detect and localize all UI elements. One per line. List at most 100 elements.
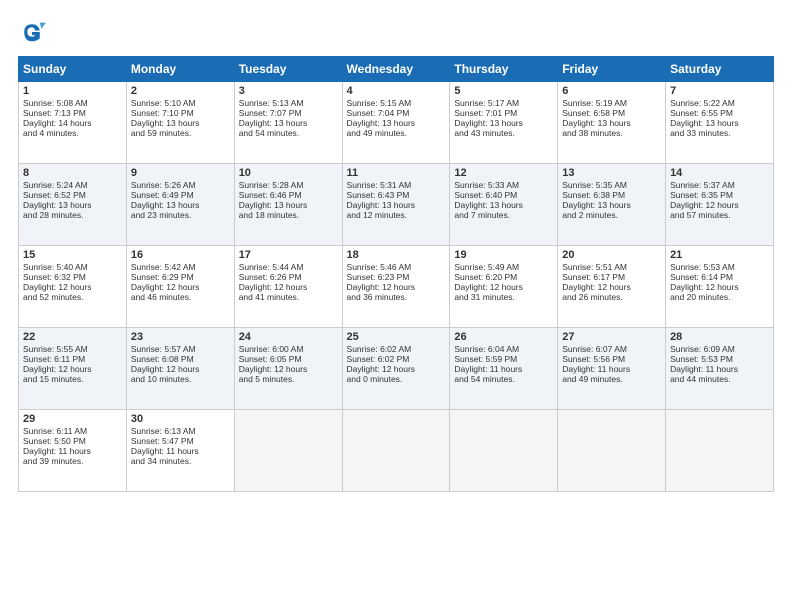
day-info-line: Sunset: 5:53 PM xyxy=(670,354,769,364)
table-row: 10Sunrise: 5:28 AMSunset: 6:46 PMDayligh… xyxy=(234,164,342,246)
table-row: 28Sunrise: 6:09 AMSunset: 5:53 PMDayligh… xyxy=(666,328,774,410)
table-row: 2Sunrise: 5:10 AMSunset: 7:10 PMDaylight… xyxy=(126,82,234,164)
day-info-line: Sunset: 7:01 PM xyxy=(454,108,553,118)
day-info-line: Sunset: 6:58 PM xyxy=(562,108,661,118)
day-number: 18 xyxy=(347,249,446,261)
day-info-line: and 41 minutes. xyxy=(239,292,338,302)
day-number: 3 xyxy=(239,85,338,97)
day-info-line: Sunrise: 5:37 AM xyxy=(670,180,769,190)
table-row: 9Sunrise: 5:26 AMSunset: 6:49 PMDaylight… xyxy=(126,164,234,246)
day-info-line: Sunset: 6:05 PM xyxy=(239,354,338,364)
day-info-line: and 4 minutes. xyxy=(23,128,122,138)
table-row: 16Sunrise: 5:42 AMSunset: 6:29 PMDayligh… xyxy=(126,246,234,328)
day-info-line: Sunrise: 5:08 AM xyxy=(23,98,122,108)
day-info-line: Sunset: 6:32 PM xyxy=(23,272,122,282)
calendar-table: Sunday Monday Tuesday Wednesday Thursday… xyxy=(18,56,774,492)
day-info-line: and 31 minutes. xyxy=(454,292,553,302)
day-info-line: Daylight: 14 hours xyxy=(23,118,122,128)
col-wednesday: Wednesday xyxy=(342,57,450,82)
day-info-line: Daylight: 12 hours xyxy=(23,364,122,374)
day-info-line: Daylight: 12 hours xyxy=(239,282,338,292)
day-info-line: Sunrise: 5:57 AM xyxy=(131,344,230,354)
day-info-line: and 39 minutes. xyxy=(23,456,122,466)
table-row: 3Sunrise: 5:13 AMSunset: 7:07 PMDaylight… xyxy=(234,82,342,164)
day-number: 4 xyxy=(347,85,446,97)
table-row: 25Sunrise: 6:02 AMSunset: 6:02 PMDayligh… xyxy=(342,328,450,410)
day-info-line: Daylight: 12 hours xyxy=(347,364,446,374)
day-number: 22 xyxy=(23,331,122,343)
day-info-line: Sunrise: 5:10 AM xyxy=(131,98,230,108)
table-row: 17Sunrise: 5:44 AMSunset: 6:26 PMDayligh… xyxy=(234,246,342,328)
table-row: 1Sunrise: 5:08 AMSunset: 7:13 PMDaylight… xyxy=(19,82,127,164)
day-number: 12 xyxy=(454,167,553,179)
day-info-line: Sunset: 6:26 PM xyxy=(239,272,338,282)
day-info-line: Daylight: 13 hours xyxy=(562,118,661,128)
day-info-line: Daylight: 12 hours xyxy=(347,282,446,292)
table-row: 8Sunrise: 5:24 AMSunset: 6:52 PMDaylight… xyxy=(19,164,127,246)
calendar-body: 1Sunrise: 5:08 AMSunset: 7:13 PMDaylight… xyxy=(19,82,774,492)
day-info-line: Daylight: 13 hours xyxy=(239,118,338,128)
day-info-line: and 0 minutes. xyxy=(347,374,446,384)
day-info-line: Sunrise: 5:51 AM xyxy=(562,262,661,272)
day-number: 16 xyxy=(131,249,230,261)
day-info-line: Daylight: 11 hours xyxy=(23,446,122,456)
day-info-line: Sunset: 6:49 PM xyxy=(131,190,230,200)
day-number: 26 xyxy=(454,331,553,343)
day-info-line: Daylight: 12 hours xyxy=(562,282,661,292)
day-info-line: Sunrise: 6:04 AM xyxy=(454,344,553,354)
day-info-line: Sunrise: 5:42 AM xyxy=(131,262,230,272)
day-info-line: Daylight: 11 hours xyxy=(131,446,230,456)
day-info-line: Sunset: 7:13 PM xyxy=(23,108,122,118)
day-info-line: Sunset: 5:56 PM xyxy=(562,354,661,364)
day-info-line: Sunset: 6:52 PM xyxy=(23,190,122,200)
day-info-line: Daylight: 12 hours xyxy=(239,364,338,374)
table-row: 15Sunrise: 5:40 AMSunset: 6:32 PMDayligh… xyxy=(19,246,127,328)
day-number: 8 xyxy=(23,167,122,179)
day-number: 19 xyxy=(454,249,553,261)
day-info-line: Sunrise: 5:35 AM xyxy=(562,180,661,190)
day-info-line: Sunset: 6:40 PM xyxy=(454,190,553,200)
day-info-line: Sunset: 6:38 PM xyxy=(562,190,661,200)
day-number: 10 xyxy=(239,167,338,179)
day-info-line: Sunrise: 5:28 AM xyxy=(239,180,338,190)
table-row: 19Sunrise: 5:49 AMSunset: 6:20 PMDayligh… xyxy=(450,246,558,328)
table-row: 27Sunrise: 6:07 AMSunset: 5:56 PMDayligh… xyxy=(558,328,666,410)
day-info-line: Daylight: 12 hours xyxy=(670,282,769,292)
table-row: 20Sunrise: 5:51 AMSunset: 6:17 PMDayligh… xyxy=(558,246,666,328)
table-row: 30Sunrise: 6:13 AMSunset: 5:47 PMDayligh… xyxy=(126,410,234,492)
day-info-line: Sunset: 6:14 PM xyxy=(670,272,769,282)
table-row: 22Sunrise: 5:55 AMSunset: 6:11 PMDayligh… xyxy=(19,328,127,410)
day-info-line: and 33 minutes. xyxy=(670,128,769,138)
day-number: 30 xyxy=(131,413,230,425)
day-number: 24 xyxy=(239,331,338,343)
day-info-line: and 38 minutes. xyxy=(562,128,661,138)
logo-icon xyxy=(18,18,46,46)
day-number: 27 xyxy=(562,331,661,343)
day-info-line: and 26 minutes. xyxy=(562,292,661,302)
day-info-line: Sunset: 6:35 PM xyxy=(670,190,769,200)
day-info-line: Daylight: 11 hours xyxy=(454,364,553,374)
day-info-line: Daylight: 12 hours xyxy=(670,200,769,210)
day-info-line: and 46 minutes. xyxy=(131,292,230,302)
table-row: 4Sunrise: 5:15 AMSunset: 7:04 PMDaylight… xyxy=(342,82,450,164)
day-info-line: Sunset: 5:47 PM xyxy=(131,436,230,446)
day-info-line: Sunrise: 5:33 AM xyxy=(454,180,553,190)
day-info-line: Daylight: 12 hours xyxy=(23,282,122,292)
table-row: 5Sunrise: 5:17 AMSunset: 7:01 PMDaylight… xyxy=(450,82,558,164)
table-row: 11Sunrise: 5:31 AMSunset: 6:43 PMDayligh… xyxy=(342,164,450,246)
day-info-line: Daylight: 11 hours xyxy=(562,364,661,374)
day-info-line: Sunrise: 5:55 AM xyxy=(23,344,122,354)
day-info-line: and 5 minutes. xyxy=(239,374,338,384)
day-info-line: Daylight: 13 hours xyxy=(131,118,230,128)
day-info-line: Sunrise: 5:22 AM xyxy=(670,98,769,108)
table-row: 12Sunrise: 5:33 AMSunset: 6:40 PMDayligh… xyxy=(450,164,558,246)
day-number: 23 xyxy=(131,331,230,343)
page: Sunday Monday Tuesday Wednesday Thursday… xyxy=(0,0,792,612)
day-info-line: Daylight: 13 hours xyxy=(670,118,769,128)
day-number: 21 xyxy=(670,249,769,261)
col-saturday: Saturday xyxy=(666,57,774,82)
day-info-line: Sunset: 6:20 PM xyxy=(454,272,553,282)
day-info-line: Sunrise: 5:46 AM xyxy=(347,262,446,272)
day-info-line: Sunrise: 5:49 AM xyxy=(454,262,553,272)
day-info-line: Sunrise: 5:40 AM xyxy=(23,262,122,272)
